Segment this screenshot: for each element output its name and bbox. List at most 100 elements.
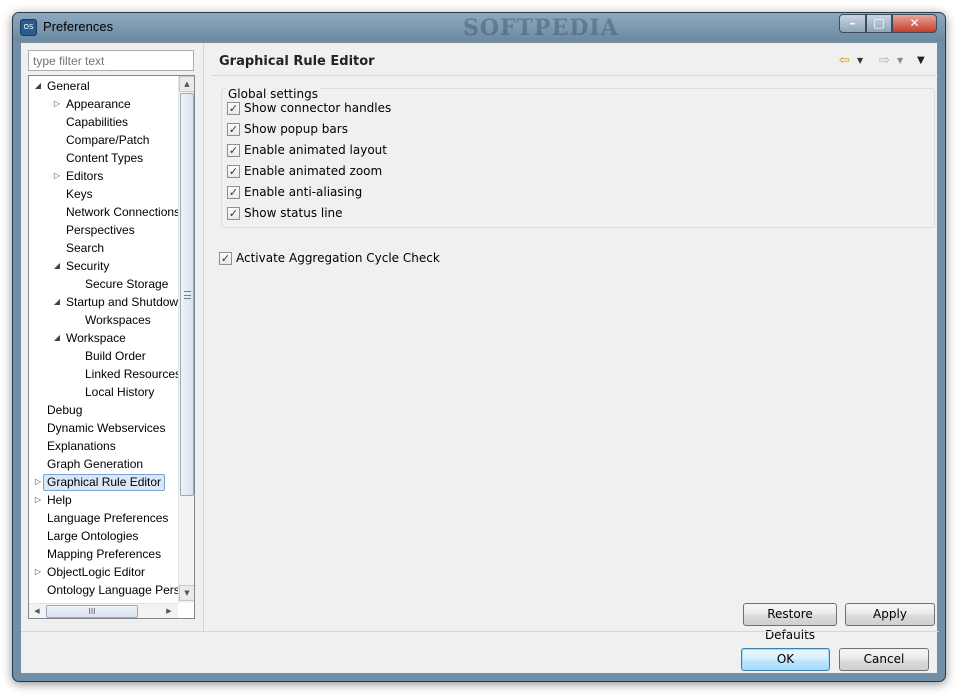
tree-item[interactable]: Local History: [29, 383, 178, 401]
view-menu-icon[interactable]: ▼: [917, 53, 925, 69]
collapsed-arrow-icon[interactable]: ▷: [33, 563, 43, 581]
tree-item[interactable]: Capabilities: [29, 113, 178, 131]
scroll-left-icon[interactable]: ◀: [29, 604, 45, 618]
tree-item-label: Graph Generation: [47, 457, 144, 471]
tree-vertical-scrollbar[interactable]: ▲ ▼: [178, 76, 194, 603]
tree-item[interactable]: Secure Storage: [29, 275, 178, 293]
tree-item-label: Local History: [85, 385, 155, 399]
tree-item[interactable]: ◢ Workspace: [29, 329, 178, 347]
collapsed-arrow-icon[interactable]: ▷: [33, 491, 43, 509]
restore-defaults-button[interactable]: Restore Defaults: [743, 603, 837, 642]
tree-item[interactable]: Graph Generation: [29, 455, 178, 473]
option-label: Enable anti-aliasing: [244, 185, 363, 199]
collapsed-arrow-icon[interactable]: ▷: [33, 473, 43, 491]
tree-item-label: Workspace: [66, 331, 126, 345]
tree-item[interactable]: ◢ Startup and Shutdown: [29, 293, 178, 311]
tree-item[interactable]: ▷ ObjectLogic Editor: [29, 563, 178, 581]
maximize-button[interactable]: □: [866, 14, 892, 33]
collapsed-arrow-icon[interactable]: ▷: [52, 95, 62, 113]
window-title: Preferences: [43, 19, 114, 34]
close-icon: ✕: [909, 16, 920, 30]
checkbox[interactable]: ✓: [227, 102, 240, 115]
option-label: Show popup bars: [244, 122, 348, 136]
checkbox[interactable]: ✓: [227, 123, 240, 136]
tree-item-label: Large Ontologies: [47, 529, 139, 543]
expanded-arrow-icon[interactable]: ◢: [52, 293, 62, 311]
thumb-grip-icon: III: [88, 607, 96, 616]
tree-item[interactable]: ▷ Graphical Rule Editor: [29, 473, 178, 491]
title-bar[interactable]: OS Preferences SOFTPEDIA – □ ✕: [13, 13, 945, 41]
tree-horizontal-scrollbar[interactable]: ◀ III ▶: [29, 603, 178, 618]
checkbox[interactable]: ✓: [219, 252, 232, 265]
tree-item[interactable]: Explanations: [29, 437, 178, 455]
tree-item[interactable]: Compare/Patch: [29, 131, 178, 149]
tree-item-label: Keys: [66, 187, 93, 201]
tree-item-label: Secure Storage: [85, 277, 169, 291]
filter-input[interactable]: [28, 50, 194, 71]
back-icon[interactable]: ⇦: [839, 53, 850, 69]
expanded-arrow-icon[interactable]: ◢: [52, 329, 62, 347]
tree-item[interactable]: Large Ontologies: [29, 527, 178, 545]
tree-item[interactable]: Search: [29, 239, 178, 257]
tree-item[interactable]: Linked Resources: [29, 365, 178, 383]
tree-item-label: Linked Resources: [85, 367, 178, 381]
tree-item[interactable]: Debug: [29, 401, 178, 419]
dialog-client-area: ◢ General ▷ Appearance Capabilities Compare/P…: [20, 42, 939, 674]
tree-item[interactable]: Keys: [29, 185, 178, 203]
tree-item-label: General: [47, 79, 90, 93]
app-icon: OS: [20, 19, 37, 36]
tree-item[interactable]: Build Order: [29, 347, 178, 365]
close-button[interactable]: ✕: [892, 14, 937, 33]
checkbox[interactable]: ✓: [227, 186, 240, 199]
expanded-arrow-icon[interactable]: ◢: [33, 77, 43, 95]
tree-item-label: Build Order: [85, 349, 146, 363]
option-label: Show status line: [244, 206, 343, 220]
tree-item-label: Debug: [47, 403, 83, 417]
tree-item[interactable]: ▷ Editors: [29, 167, 178, 185]
tree-item-label: Help: [47, 493, 72, 507]
pane-divider[interactable]: [203, 43, 204, 631]
preferences-tree: ◢ General ▷ Appearance Capabilities Compare/P…: [28, 75, 195, 619]
tree-item[interactable]: Mapping Preferences: [29, 545, 178, 563]
tree-item[interactable]: Workspaces: [29, 311, 178, 329]
tree-item[interactable]: Perspectives: [29, 221, 178, 239]
preferences-window: OS Preferences SOFTPEDIA – □ ✕ ◢ General ▷…: [12, 12, 946, 682]
checkbox[interactable]: ✓: [227, 207, 240, 220]
checkbox[interactable]: ✓: [227, 165, 240, 178]
apply-button[interactable]: Apply: [845, 603, 935, 626]
tree-item[interactable]: ◢ Security: [29, 257, 178, 275]
tree-item[interactable]: Ontology Language Perspective: [29, 581, 178, 599]
tree-item[interactable]: ▷ Appearance: [29, 95, 178, 113]
watermark: SOFTPEDIA: [463, 15, 619, 41]
forward-menu-icon[interactable]: ▼: [897, 53, 903, 69]
minimize-button[interactable]: –: [839, 14, 866, 33]
tree-item-label: Ontology Language Perspective: [47, 583, 178, 597]
scroll-up-icon[interactable]: ▲: [179, 76, 194, 92]
option-label: Enable animated layout: [244, 143, 387, 157]
cancel-button[interactable]: Cancel: [839, 648, 929, 671]
tree-item[interactable]: ◢ General: [29, 77, 178, 95]
expanded-arrow-icon[interactable]: ◢: [52, 257, 62, 275]
tree-item-label: ObjectLogic Editor: [47, 565, 146, 579]
tree-item-label: Mapping Preferences: [47, 547, 162, 561]
horizontal-scroll-thumb[interactable]: III: [46, 605, 138, 618]
tree-item[interactable]: Dynamic Webservices: [29, 419, 178, 437]
scroll-down-icon[interactable]: ▼: [179, 585, 194, 601]
collapsed-arrow-icon[interactable]: ▷: [52, 167, 62, 185]
option-label: Activate Aggregation Cycle Check: [236, 251, 440, 265]
back-menu-icon[interactable]: ▼: [857, 53, 863, 69]
tree-item[interactable]: Content Types: [29, 149, 178, 167]
scroll-right-icon[interactable]: ▶: [161, 604, 177, 618]
ok-button[interactable]: OK: [741, 648, 830, 671]
checkbox[interactable]: ✓: [227, 144, 240, 157]
tree-item-label: Startup and Shutdown: [66, 295, 178, 309]
tree-item[interactable]: Network Connections: [29, 203, 178, 221]
tree-item-label: Explanations: [47, 439, 116, 453]
option-label: Show connector handles: [244, 101, 392, 115]
scroll-thumb[interactable]: [180, 93, 194, 496]
forward-icon[interactable]: ⇨: [879, 53, 890, 69]
tree-item[interactable]: ▷ Help: [29, 491, 178, 509]
page-title: Graphical Rule Editor: [219, 54, 375, 69]
tree-item-label: Network Connections: [66, 205, 178, 219]
tree-item[interactable]: Language Preferences: [29, 509, 178, 527]
